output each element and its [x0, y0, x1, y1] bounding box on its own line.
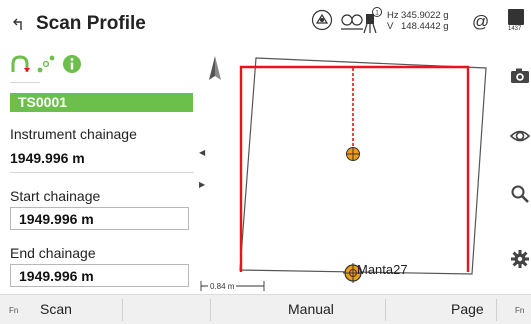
- instrument-chainage-value: 1949.996 m: [10, 150, 85, 166]
- eye-icon[interactable]: [510, 126, 530, 146]
- profile-drawing: [200, 56, 487, 291]
- north-arrow-icon: [209, 56, 221, 80]
- instrument-link-icon[interactable]: 1: [362, 6, 382, 34]
- info-icon[interactable]: [62, 54, 82, 74]
- page-button[interactable]: Page: [451, 301, 484, 317]
- settings-icon[interactable]: [510, 249, 530, 269]
- fn-key-left[interactable]: Fn: [9, 306, 18, 315]
- point-label: Manta27: [357, 262, 408, 277]
- search-icon[interactable]: [510, 184, 530, 204]
- link-channel: 1: [375, 10, 379, 17]
- manual-button[interactable]: Manual: [288, 301, 334, 317]
- instrument-chainage-label: Instrument chainage: [10, 126, 137, 142]
- divider: [10, 172, 194, 173]
- angle-readout: Hz 345.9022 g V 148.4442 g: [387, 10, 449, 32]
- v-value: 148.4442 g: [401, 21, 449, 32]
- profile-line: [239, 65, 470, 272]
- divider: [496, 299, 497, 321]
- start-chainage-label: Start chainage: [10, 188, 101, 204]
- fn-key-right[interactable]: Fn: [515, 306, 524, 315]
- profile-icon[interactable]: [10, 54, 30, 74]
- title-bar: Scan Profile 1 Hz 345.9022 g V 148.4442 g …: [0, 0, 531, 46]
- right-toolbar: [496, 46, 531, 294]
- start-chainage-field[interactable]: 1949.996 m: [10, 207, 189, 230]
- hz-value: 345.9022 g: [401, 10, 449, 21]
- prism-target-icon[interactable]: [310, 8, 334, 32]
- battery-indicator: 1437: [508, 9, 530, 32]
- scale-text: 0.84 m: [208, 282, 237, 291]
- end-chainage-field[interactable]: 1949.996 m: [10, 264, 189, 287]
- battery-icon: [508, 9, 524, 25]
- station-label: TS0001: [10, 93, 193, 112]
- battery-text: 1437: [508, 26, 522, 32]
- divider: [385, 299, 386, 321]
- scan-outline: [239, 57, 487, 275]
- v-label: V: [387, 21, 394, 32]
- hz-label: Hz: [387, 10, 399, 21]
- profile-canvas[interactable]: 0.84 m Manta27: [196, 46, 496, 294]
- instrument-marker-icon: [346, 147, 360, 161]
- divider: [122, 299, 123, 321]
- points-icon[interactable]: [36, 54, 56, 74]
- camera-icon[interactable]: [510, 66, 530, 86]
- page-title: Scan Profile: [36, 13, 146, 34]
- function-bar: Fn Scan Manual Page Fn: [0, 294, 531, 324]
- back-icon[interactable]: [12, 17, 26, 31]
- end-chainage-label: End chainage: [10, 245, 96, 261]
- scan-button[interactable]: Scan: [40, 301, 72, 317]
- divider: [210, 299, 211, 321]
- at-icon[interactable]: @: [472, 12, 489, 32]
- left-panel: TS0001 Instrument chainage 1949.996 m St…: [0, 46, 196, 294]
- divider: [10, 82, 40, 83]
